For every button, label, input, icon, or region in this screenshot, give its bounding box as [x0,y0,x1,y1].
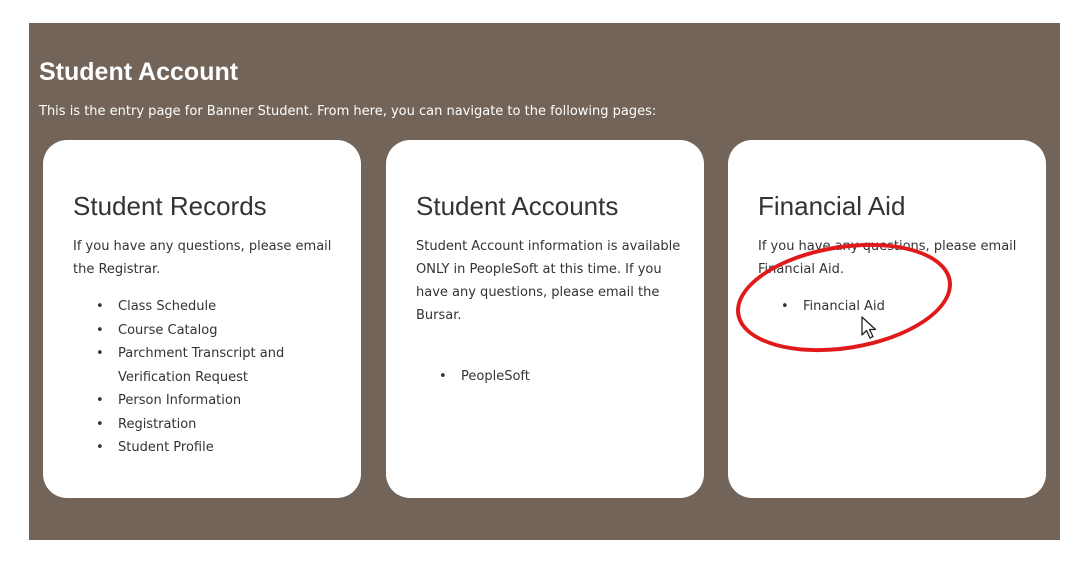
link-course-catalog[interactable]: Course Catalog [96,319,338,343]
card-title: Student Records [73,191,267,221]
card-link-list: Class Schedule Course Catalog Parchment … [73,295,338,460]
link-registration[interactable]: Registration [96,413,338,437]
student-account-panel: Student Account This is the entry page f… [29,23,1060,540]
financial-aid-card: Financial Aid If you have any questions,… [728,140,1046,498]
card-title: Student Accounts [416,191,619,221]
link-class-schedule[interactable]: Class Schedule [96,295,338,319]
card-title: Financial Aid [758,191,906,221]
card-description: If you have any questions, please email … [758,239,1017,277]
card-link-list: Financial Aid [758,295,1023,319]
card-description: Student Account information is available… [416,239,681,323]
link-student-profile[interactable]: Student Profile [96,436,338,460]
page-title: Student Account [39,58,239,86]
card-description: If you have any questions, please email … [73,239,332,277]
link-peoplesoft[interactable]: PeopleSoft [439,365,681,389]
link-financial-aid[interactable]: Financial Aid [781,295,1023,319]
page-subtitle: This is the entry page for Banner Studen… [39,104,657,119]
mouse-pointer-icon [861,316,877,339]
link-person-information[interactable]: Person Information [96,389,338,413]
student-records-card: Student Records If you have any question… [43,140,361,498]
card-link-list: PeopleSoft [416,365,681,389]
link-parchment-transcript[interactable]: Parchment Transcript and Verification Re… [96,342,338,389]
student-accounts-card: Student Accounts Student Account informa… [386,140,704,498]
